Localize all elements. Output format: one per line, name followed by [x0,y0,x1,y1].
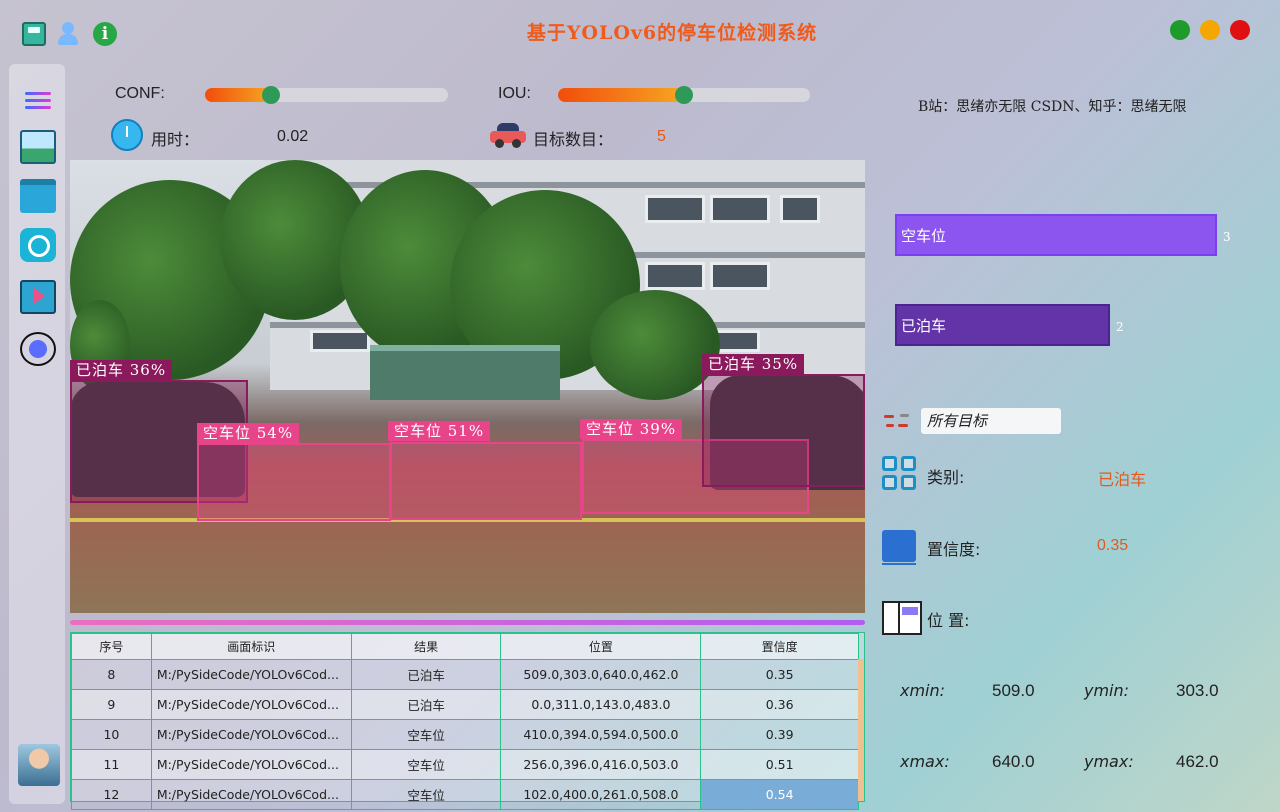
conf-label: CONF: [115,85,165,102]
detection-image: 已泊车 36% 空车位 54% 空车位 51% 空车位 39% 已泊车 35% [70,160,865,613]
class-bar-parked: 已泊车 2 [895,304,1124,346]
detection-box [702,374,865,487]
position-label: 位 置: [927,611,970,630]
xmax-value: 640.0 [992,752,1035,771]
ymin-label: ymin: [1084,681,1130,700]
cell-confidence: 0.36 [700,689,859,720]
col-source[interactable]: 画面标识 [150,633,352,660]
sidebar [9,64,65,804]
col-confidence[interactable]: 置信度 [700,633,859,660]
cell-confidence: 0.35 [700,659,859,690]
xmax-label: xmax: [900,752,950,771]
table-row[interactable]: 10 M:/PySideCode/YOLOv6Cod... 空车位 410.0,… [71,719,859,750]
close-button[interactable] [1230,20,1250,40]
table-row[interactable]: 9 M:/PySideCode/YOLOv6Cod... 已泊车 0.0,311… [71,689,859,720]
detection-label: 空车位 39% [580,419,683,439]
position-icon [882,601,922,635]
category-label: 类别: [927,468,965,487]
minimize-button[interactable] [1170,20,1190,40]
class-bar-count: 3 [1223,230,1231,244]
cell-position: 102.0,400.0,261.0,508.0 [500,779,702,810]
cell-confidence: 0.39 [700,719,859,750]
cell-index: 8 [71,659,152,690]
results-table[interactable]: 序号 画面标识 结果 位置 置信度 8 M:/PySideCode/YOLOv6… [70,632,865,810]
count-value: 5 [657,128,666,145]
car-icon [490,122,526,148]
cell-result: 空车位 [350,779,502,810]
cell-index: 10 [71,719,152,750]
class-bar-count: 2 [1116,320,1124,334]
time-label: 用时： [151,132,200,149]
col-result[interactable]: 结果 [350,633,502,660]
bus-shelter [370,345,560,400]
confidence-label: 置信度: [927,540,981,559]
avatar[interactable] [18,744,60,786]
cell-confidence: 0.51 [700,749,859,780]
table-row[interactable]: 8 M:/PySideCode/YOLOv6Cod... 已泊车 509.0,3… [71,659,859,690]
iou-label: IOU: [498,85,531,102]
class-bar-empty-spot: 空车位 3 [895,214,1231,256]
cell-index: 12 [71,779,152,810]
cell-position: 509.0,303.0,640.0,462.0 [500,659,702,690]
cell-source: M:/PySideCode/YOLOv6Cod... [150,719,352,750]
model-icon[interactable] [20,332,56,366]
cell-result: 已泊车 [350,659,502,690]
category-value: 已泊车 [1098,472,1147,489]
cell-index: 11 [71,749,152,780]
detection-box [197,443,391,521]
cell-source: M:/PySideCode/YOLOv6Cod... [150,659,352,690]
confidence-value: 0.35 [1097,537,1129,554]
iou-slider-fill [558,88,684,102]
detection-label: 已泊车 36% [70,360,173,380]
cell-result: 空车位 [350,719,502,750]
cell-position: 256.0,396.0,416.0,503.0 [500,749,702,780]
iou-slider-thumb[interactable] [675,86,693,104]
cell-result: 已泊车 [350,689,502,720]
cell-index: 9 [71,689,152,720]
maximize-button[interactable] [1200,20,1220,40]
class-bar-label: 已泊车 [901,317,947,335]
confidence-icon [882,530,916,565]
table-row[interactable]: 11 M:/PySideCode/YOLOv6Cod... 空车位 256.0,… [71,749,859,780]
xmin-label: xmin: [900,681,946,700]
cell-source: M:/PySideCode/YOLOv6Cod... [150,779,352,810]
image-upload-icon[interactable] [20,130,56,164]
folder-icon[interactable] [20,179,56,213]
camera-icon[interactable] [20,228,56,262]
credits-text: B站：思绪亦无限 CSDN、知乎：思绪无限 [918,99,1187,115]
conf-slider[interactable] [205,86,448,104]
detection-label: 空车位 51% [388,421,491,441]
cell-position: 410.0,394.0,594.0,500.0 [500,719,702,750]
iou-slider[interactable] [558,86,810,104]
ymax-value: 462.0 [1176,752,1219,771]
app-title: 基于YOLOv6的停车位检测系统 [526,22,818,44]
divider-bar [70,620,865,625]
timer-icon [111,119,143,151]
detection-label: 已泊车 35% [702,354,805,374]
cell-result: 空车位 [350,749,502,780]
video-icon[interactable] [20,280,56,314]
xmin-value: 509.0 [992,681,1035,700]
conf-slider-thumb[interactable] [262,86,280,104]
target-filter-select[interactable]: 所有目标 [921,408,1061,434]
menu-icon[interactable] [20,84,56,118]
col-position[interactable]: 位置 [500,633,702,660]
col-index[interactable]: 序号 [71,633,152,660]
detection-label: 空车位 54% [197,423,300,443]
ymin-value: 303.0 [1176,681,1219,700]
cell-source: M:/PySideCode/YOLOv6Cod... [150,749,352,780]
category-icon [882,456,918,492]
class-bar-label: 空车位 [901,227,947,245]
count-label: 目标数目： [533,132,614,149]
cell-position: 0.0,311.0,143.0,483.0 [500,689,702,720]
filter-icon [884,412,912,432]
time-value: 0.02 [277,128,309,145]
table-row[interactable]: 12 M:/PySideCode/YOLOv6Cod... 空车位 102.0,… [71,779,859,810]
cell-source: M:/PySideCode/YOLOv6Cod... [150,689,352,720]
table-header-row: 序号 画面标识 结果 位置 置信度 [71,633,859,660]
detection-box [390,442,582,520]
ymax-label: ymax: [1084,752,1134,771]
cell-confidence-selected: 0.54 [700,779,859,810]
table-scrollbar[interactable] [858,659,864,801]
